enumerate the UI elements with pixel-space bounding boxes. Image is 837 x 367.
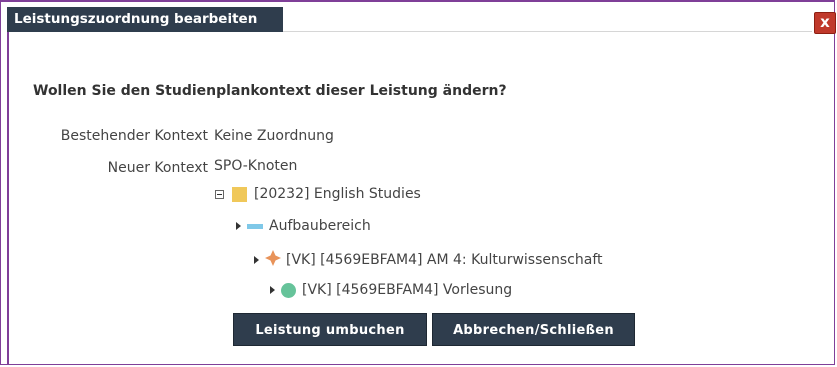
dialog-title: Leistungszuordnung bearbeiten bbox=[7, 7, 283, 32]
tree-node-aufbaubereich[interactable]: Aufbaubereich bbox=[236, 218, 371, 234]
tree-node-module[interactable]: [VK] [4569EBFAM4] AM 4: Kulturwissenscha… bbox=[254, 250, 603, 270]
tree-node-label: Aufbaubereich bbox=[269, 218, 371, 234]
close-icon: x bbox=[820, 13, 830, 31]
existing-context-value: Keine Zuordnung bbox=[214, 128, 334, 144]
tree-node-label: [20232] English Studies bbox=[254, 186, 421, 202]
cancel-close-button[interactable]: Abbrechen/Schließen bbox=[432, 313, 635, 346]
new-context-value: SPO-Knoten bbox=[214, 158, 298, 174]
dialog-frame-left bbox=[7, 32, 9, 365]
expand-arrow-icon[interactable] bbox=[236, 222, 241, 230]
tree-node-label: [VK] [4569EBFAM4] AM 4: Kulturwissenscha… bbox=[286, 252, 603, 268]
expand-arrow-icon[interactable] bbox=[270, 286, 275, 294]
collapse-icon[interactable] bbox=[215, 189, 224, 199]
tree-node-label: [VK] [4569EBFAM4] Vorlesung bbox=[302, 282, 513, 298]
title-divider bbox=[283, 31, 812, 32]
folder-icon bbox=[232, 186, 247, 202]
area-icon bbox=[247, 223, 263, 229]
tree-node-root[interactable]: [20232] English Studies bbox=[215, 186, 421, 202]
existing-context-label: Bestehender Kontext bbox=[60, 128, 208, 144]
dialog-question: Wollen Sie den Studienplankontext dieser… bbox=[33, 83, 507, 99]
dialog-window bbox=[0, 0, 835, 365]
expand-arrow-icon[interactable] bbox=[254, 256, 259, 264]
rebook-button[interactable]: Leistung umbuchen bbox=[233, 313, 427, 346]
tree-node-lecture[interactable]: [VK] [4569EBFAM4] Vorlesung bbox=[270, 282, 512, 298]
module-cross-icon bbox=[265, 250, 281, 270]
new-context-label: Neuer Kontext bbox=[107, 160, 208, 176]
lecture-circle-icon bbox=[281, 282, 296, 298]
close-button[interactable]: x bbox=[814, 12, 836, 34]
